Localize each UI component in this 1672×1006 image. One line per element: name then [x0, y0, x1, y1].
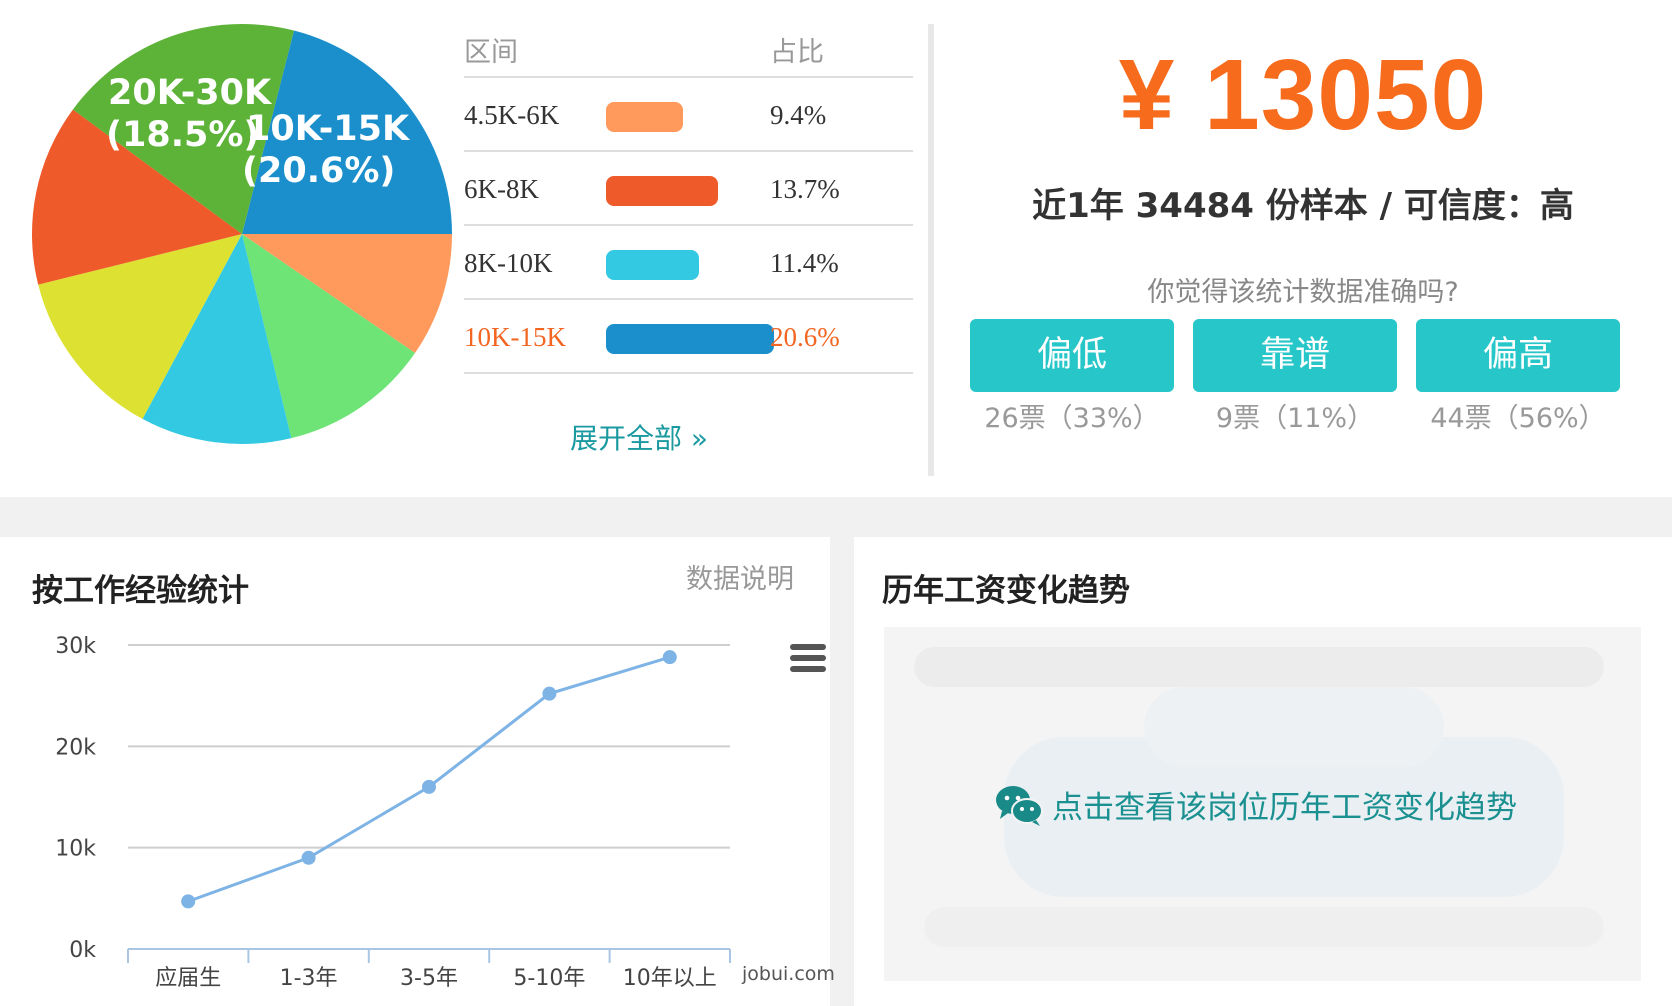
data-point[interactable]	[542, 686, 557, 701]
row-bar	[606, 102, 683, 132]
row-bar	[606, 250, 699, 280]
salary-pie-chart: 20K-30K (18.5%) 10K-15K (20.6%)	[31, 24, 452, 444]
vote-accurate-button[interactable]: 靠谱	[1193, 319, 1397, 392]
sample-info: 近1年 34484 份样本 / 可信度：高	[1032, 186, 1574, 226]
x-tick-label: 10年以上	[623, 966, 717, 991]
row-range: 6K-8K	[464, 174, 539, 204]
distribution-table: 区间 占比 4.5K-6K 9.4% 6K-8K 13.7% 8K-10K 11…	[464, 16, 913, 374]
experience-panel: 按工作经验统计 数据说明 0k 10k 20k 30k 应届生 1-3年 3-5年 5-10…	[0, 537, 830, 1006]
row-pct: 11.4%	[770, 248, 839, 278]
pie-label-10k-15k-pct: (20.6%)	[242, 151, 395, 191]
header-range: 区间	[464, 37, 518, 68]
pie-label-20k-30k: 20K-30K	[108, 73, 273, 113]
average-salary: ¥ 13050	[1118, 39, 1488, 151]
row-pct: 20.6%	[770, 322, 840, 352]
trend-cta[interactable]: 点击查看该岗位历年工资变化趋势	[994, 782, 1517, 827]
wechat-icon	[996, 785, 1043, 826]
data-point[interactable]	[422, 779, 436, 794]
trend-title: 历年工资变化趋势	[882, 573, 1130, 609]
table-row: 4.5K-6K 9.4%	[464, 78, 913, 152]
vote-high-count: 44票（56%）	[1430, 403, 1606, 434]
expand-all-link[interactable]: 展开全部 »	[570, 417, 708, 457]
table-row: 8K-10K 11.4%	[464, 226, 913, 300]
row-range: 4.5K-6K	[464, 100, 560, 130]
trend-placeholder[interactable]: 点击查看该岗位历年工资变化趋势	[884, 627, 1641, 981]
trend-cta-text: 点击查看该岗位历年工资变化趋势	[1052, 790, 1517, 826]
pie-label-10k-15k: 10K-15K	[246, 109, 411, 149]
accuracy-question: 你觉得该统计数据准确吗?	[1147, 277, 1459, 308]
data-point[interactable]	[181, 894, 196, 909]
row-bar	[606, 324, 774, 354]
header-ratio: 占比	[770, 37, 824, 68]
vote-low-count: 26票（33%）	[984, 403, 1160, 434]
x-tick-label: 3-5年	[400, 966, 458, 991]
chart-menu-icon[interactable]	[790, 644, 826, 674]
pie-label-20k-30k-pct: (18.5%)	[106, 115, 259, 155]
vote-high-button[interactable]: 偏高	[1416, 319, 1620, 392]
row-pct: 13.7%	[770, 174, 840, 204]
data-explanation-link[interactable]: 数据说明	[686, 557, 794, 596]
watermark: jobui.com	[742, 963, 835, 985]
vote-accurate-count: 9票（11%）	[1215, 403, 1375, 434]
table-row: 6K-8K 13.7%	[464, 152, 913, 226]
vote-low-button[interactable]: 偏低	[970, 319, 1174, 392]
x-tick-label: 5-10年	[513, 966, 585, 991]
salary-distribution-panel: 20K-30K (18.5%) 10K-15K (20.6%) 区间 占比 4.…	[0, 0, 1672, 497]
row-pct: 9.4%	[770, 100, 827, 130]
table-header: 区间 占比	[464, 16, 913, 78]
y-tick-label: 30k	[55, 634, 96, 659]
x-tick-label: 应届生	[155, 966, 221, 991]
y-tick-label: 0k	[69, 938, 96, 963]
row-bar	[606, 176, 718, 206]
y-tick-label: 20k	[55, 735, 96, 760]
x-tick-label: 1-3年	[280, 966, 338, 991]
data-point[interactable]	[662, 650, 677, 665]
series-line	[187, 655, 671, 903]
row-range: 10K-15K	[464, 322, 566, 352]
row-range: 8K-10K	[464, 248, 553, 278]
trend-panel: 历年工资变化趋势 点击查看该岗位历年工资变化趋势	[854, 537, 1672, 1006]
data-point[interactable]	[301, 850, 316, 865]
y-tick-label: 10k	[55, 837, 96, 862]
experience-line-chart: 0k 10k 20k 30k 应届生 1-3年 3-5年 5-10年 10年以上	[55, 634, 731, 991]
table-row-highlighted: 10K-15K 20.6%	[464, 300, 913, 374]
